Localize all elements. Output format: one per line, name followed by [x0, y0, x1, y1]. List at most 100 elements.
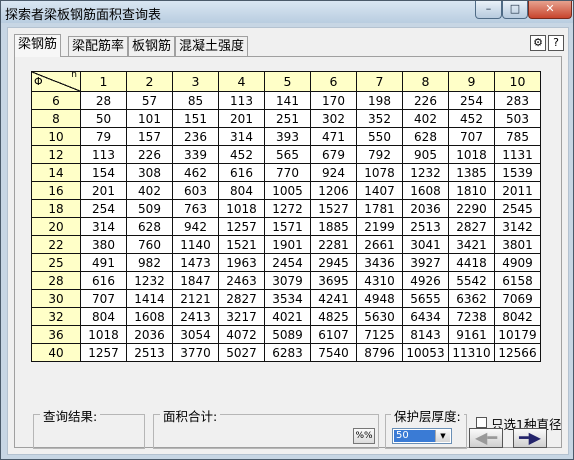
column-header[interactable]: 4: [218, 71, 265, 92]
table-cell[interactable]: 4241: [310, 289, 357, 308]
column-header[interactable]: 2: [126, 71, 173, 92]
table-cell[interactable]: 2454: [264, 253, 311, 272]
table-cell[interactable]: 3041: [402, 235, 449, 254]
table-cell[interactable]: 982: [126, 253, 173, 272]
table-cell[interactable]: 170: [310, 91, 357, 110]
table-cell[interactable]: 4310: [356, 271, 403, 290]
table-cell[interactable]: 113: [80, 145, 127, 164]
table-cell[interactable]: 5089: [264, 325, 311, 344]
row-header-diameter[interactable]: 32: [31, 307, 81, 326]
table-cell[interactable]: 565: [264, 145, 311, 164]
table-cell[interactable]: 2121: [172, 289, 219, 308]
table-cell[interactable]: 2945: [310, 253, 357, 272]
table-cell[interactable]: 254: [80, 199, 127, 218]
row-header-diameter[interactable]: 25: [31, 253, 81, 272]
table-cell[interactable]: 2290: [448, 199, 495, 218]
table-cell[interactable]: 10053: [402, 343, 449, 362]
table-cell[interactable]: 1272: [264, 199, 311, 218]
table-cell[interactable]: 804: [80, 307, 127, 326]
table-cell[interactable]: 308: [126, 163, 173, 182]
tab-beam-ratio[interactable]: 梁配筋率: [68, 36, 129, 56]
table-cell[interactable]: 226: [402, 91, 449, 110]
table-cell[interactable]: 707: [80, 289, 127, 308]
prev-arrow-button[interactable]: ◀━: [469, 428, 503, 448]
table-cell[interactable]: 314: [218, 127, 265, 146]
table-cell[interactable]: 8796: [356, 343, 403, 362]
table-cell[interactable]: 3217: [218, 307, 265, 326]
table-cell[interactable]: 2463: [218, 271, 265, 290]
table-cell[interactable]: 1527: [310, 199, 357, 218]
table-cell[interactable]: 402: [402, 109, 449, 128]
table-cell[interactable]: 905: [402, 145, 449, 164]
table-cell[interactable]: 2281: [310, 235, 357, 254]
table-cell[interactable]: 3436: [356, 253, 403, 272]
table-cell[interactable]: 5542: [448, 271, 495, 290]
table-cell[interactable]: 314: [80, 217, 127, 236]
table-cell[interactable]: 6362: [448, 289, 495, 308]
table-cell[interactable]: 628: [402, 127, 449, 146]
table-cell[interactable]: 4909: [494, 253, 541, 272]
table-cell[interactable]: 1385: [448, 163, 495, 182]
table-cell[interactable]: 4926: [402, 271, 449, 290]
table-cell[interactable]: 1539: [494, 163, 541, 182]
table-cell[interactable]: 2513: [402, 217, 449, 236]
table-cell[interactable]: 1781: [356, 199, 403, 218]
column-header[interactable]: 3: [172, 71, 219, 92]
column-header[interactable]: 10: [494, 71, 541, 92]
table-cell[interactable]: 491: [80, 253, 127, 272]
row-header-diameter[interactable]: 10: [31, 127, 81, 146]
table-cell[interactable]: 2545: [494, 199, 541, 218]
table-cell[interactable]: 2011: [494, 181, 541, 200]
table-cell[interactable]: 9161: [448, 325, 495, 344]
table-cell[interactable]: 804: [218, 181, 265, 200]
table-cell[interactable]: 3079: [264, 271, 311, 290]
table-cell[interactable]: 3770: [172, 343, 219, 362]
table-cell[interactable]: 141: [264, 91, 311, 110]
table-cell[interactable]: 236: [172, 127, 219, 146]
table-cell[interactable]: 198: [356, 91, 403, 110]
row-header-diameter[interactable]: 20: [31, 217, 81, 236]
table-cell[interactable]: 1018: [448, 145, 495, 164]
table-cell[interactable]: 471: [310, 127, 357, 146]
table-cell[interactable]: 1473: [172, 253, 219, 272]
table-cell[interactable]: 226: [126, 145, 173, 164]
table-cell[interactable]: 254: [448, 91, 495, 110]
table-cell[interactable]: 763: [172, 199, 219, 218]
table-cell[interactable]: 151: [172, 109, 219, 128]
table-cell[interactable]: 2513: [126, 343, 173, 362]
table-cell[interactable]: 7238: [448, 307, 495, 326]
table-cell[interactable]: 4072: [218, 325, 265, 344]
table-cell[interactable]: 3801: [494, 235, 541, 254]
table-cell[interactable]: 509: [126, 199, 173, 218]
row-header-diameter[interactable]: 14: [31, 163, 81, 182]
table-cell[interactable]: 679: [310, 145, 357, 164]
table-cell[interactable]: 462: [172, 163, 219, 182]
table-cell[interactable]: 6283: [264, 343, 311, 362]
cover-thickness-select[interactable]: 50 ▼: [392, 428, 452, 444]
tab-beam-rebar[interactable]: 梁钢筋: [14, 34, 62, 57]
table-cell[interactable]: 8143: [402, 325, 449, 344]
table-cell[interactable]: 503: [494, 109, 541, 128]
table-cell[interactable]: 1810: [448, 181, 495, 200]
tab-concrete-strength[interactable]: 混凝土强度: [175, 36, 249, 56]
row-header-diameter[interactable]: 16: [31, 181, 81, 200]
title-bar[interactable]: 探索者梁板钢筋面积查询表 – □ ✕: [1, 1, 573, 23]
chevron-down-icon[interactable]: ▼: [435, 430, 450, 442]
table-cell[interactable]: 2036: [126, 325, 173, 344]
table-cell[interactable]: 2036: [402, 199, 449, 218]
table-cell[interactable]: 302: [310, 109, 357, 128]
table-cell[interactable]: 1407: [356, 181, 403, 200]
table-cell[interactable]: 2827: [218, 289, 265, 308]
table-cell[interactable]: 1885: [310, 217, 357, 236]
column-header[interactable]: 5: [264, 71, 311, 92]
table-cell[interactable]: 4948: [356, 289, 403, 308]
table-cell[interactable]: 1078: [356, 163, 403, 182]
table-cell[interactable]: 3054: [172, 325, 219, 344]
table-cell[interactable]: 452: [448, 109, 495, 128]
table-cell[interactable]: 770: [264, 163, 311, 182]
column-header[interactable]: 8: [402, 71, 449, 92]
table-cell[interactable]: 6107: [310, 325, 357, 344]
table-cell[interactable]: 3421: [448, 235, 495, 254]
settings-icon[interactable]: ⚙: [530, 35, 546, 51]
table-cell[interactable]: 3695: [310, 271, 357, 290]
